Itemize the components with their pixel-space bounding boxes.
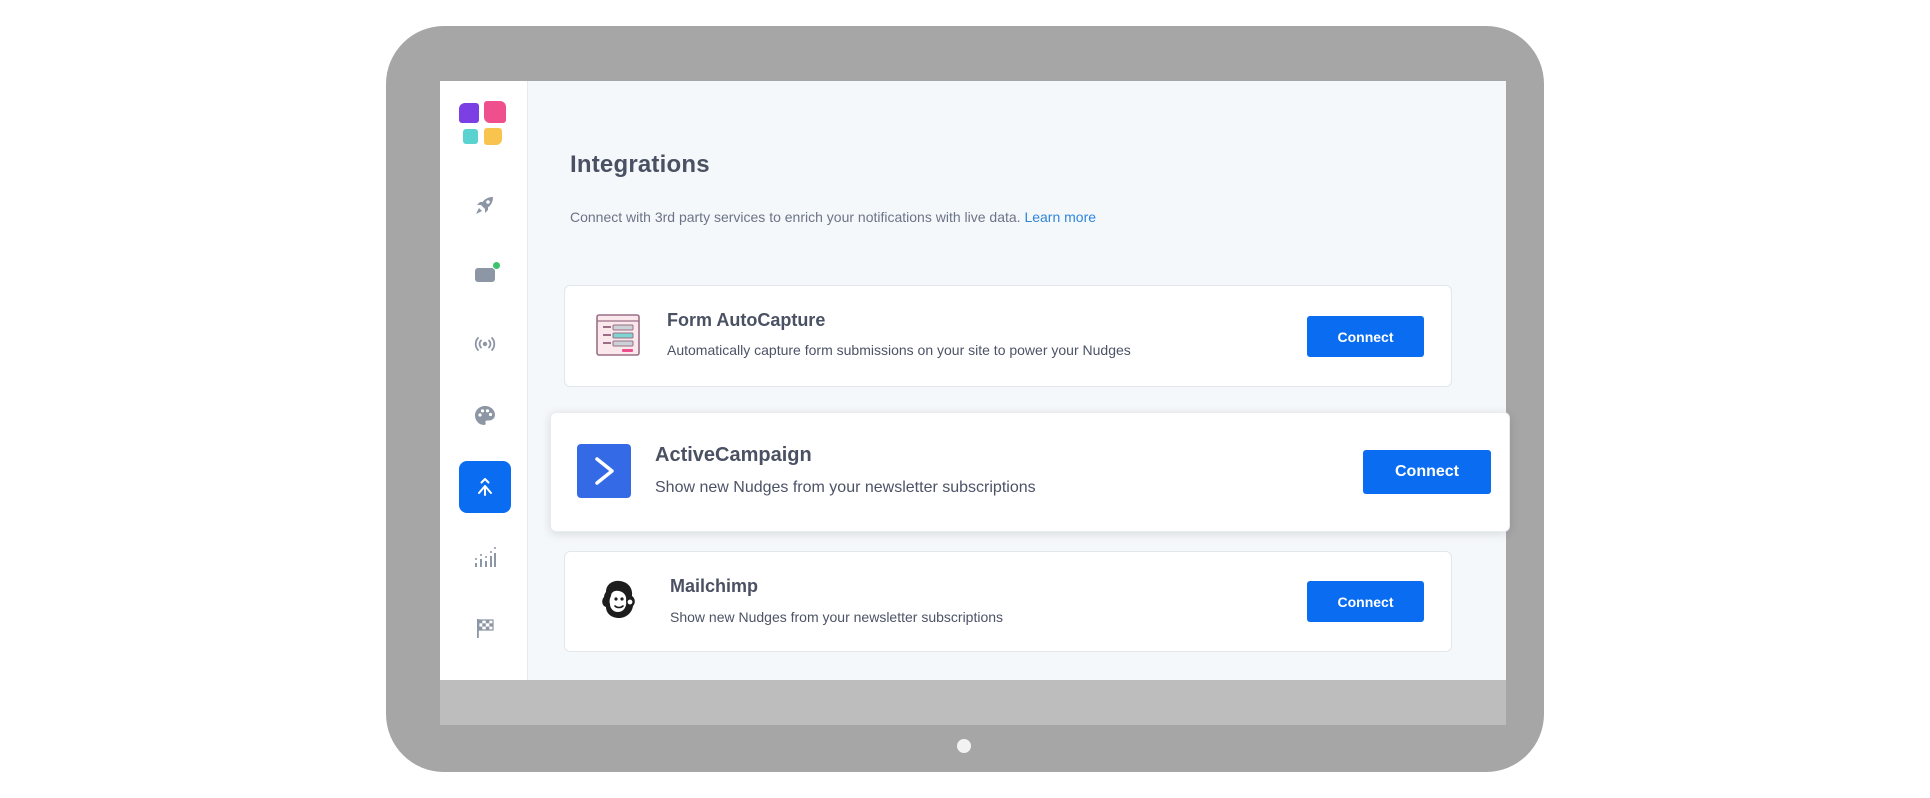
page-title: Integrations xyxy=(570,151,710,178)
integration-description: Show new Nudges from your newsletter sub… xyxy=(655,479,1036,496)
integration-title: Mailchimp xyxy=(670,576,759,596)
connect-button-mailchimp[interactable]: Connect xyxy=(1307,581,1424,622)
learn-more-link[interactable]: Learn more xyxy=(1024,209,1096,225)
integrations-icon xyxy=(478,478,492,496)
connect-button-form-autocapture[interactable]: Connect xyxy=(1307,316,1424,357)
main-content: Integrations Connect with 3rd party serv… xyxy=(528,81,1510,680)
mailchimp-icon xyxy=(597,578,641,622)
integration-description: Automatically capture form submissions o… xyxy=(667,342,1131,358)
subtitle-text: Connect with 3rd party services to enric… xyxy=(570,209,1021,225)
app-logo[interactable] xyxy=(459,101,509,147)
integration-card-activecampaign: ActiveCampaign Show new Nudges from your… xyxy=(550,412,1510,532)
integration-title: Form AutoCapture xyxy=(667,310,826,330)
home-button xyxy=(957,739,971,753)
rocket-icon xyxy=(476,197,493,214)
page-subtitle: Connect with 3rd party services to enric… xyxy=(570,209,1096,225)
palette-icon xyxy=(475,406,495,425)
notification-badge xyxy=(492,261,501,270)
connect-button-activecampaign[interactable]: Connect xyxy=(1363,450,1491,494)
integration-card-mailchimp: Mailchimp Show new Nudges from your news… xyxy=(564,551,1452,652)
screen-bottom-bar xyxy=(440,680,1506,725)
form-icon xyxy=(595,312,641,358)
app-screen: Integrations Connect with 3rd party serv… xyxy=(440,81,1510,725)
sidebar-item-design[interactable] xyxy=(459,390,511,442)
integration-title: ActiveCampaign xyxy=(655,444,812,466)
sidebar xyxy=(440,81,528,680)
flag-icon xyxy=(477,619,494,638)
integration-description: Show new Nudges from your newsletter sub… xyxy=(670,609,1004,625)
sidebar-item-rocket[interactable] xyxy=(459,179,511,231)
activecampaign-icon xyxy=(577,444,631,498)
integration-card-form-autocapture: Form AutoCapture Automatically capture f… xyxy=(564,285,1452,387)
sidebar-item-goals[interactable] xyxy=(459,602,511,654)
sidebar-item-analytics[interactable] xyxy=(459,531,511,583)
sidebar-item-notifications[interactable] xyxy=(459,249,511,301)
broadcast-icon xyxy=(474,337,496,351)
analytics-icon xyxy=(475,547,496,567)
sidebar-item-broadcast[interactable] xyxy=(459,318,511,370)
sidebar-item-integrations[interactable] xyxy=(459,461,511,513)
